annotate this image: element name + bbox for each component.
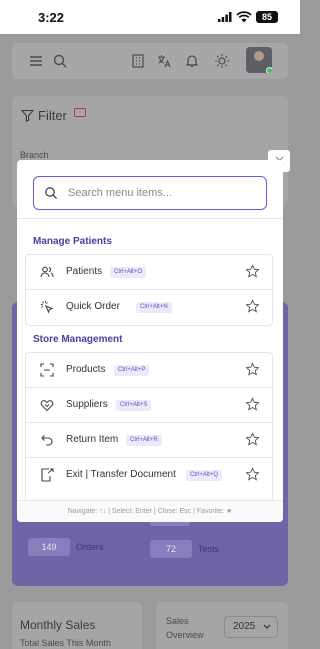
section-title-manage-patients: Manage Patients — [33, 236, 112, 247]
section-title-store-management: Store Management — [33, 334, 123, 345]
search-box[interactable] — [33, 176, 267, 210]
star-icon[interactable] — [245, 362, 260, 377]
shortcut-badge: Ctrl+Alt+Q — [186, 470, 223, 481]
filter-title: Filter — [38, 108, 67, 123]
video-tutorial-icon[interactable] — [74, 108, 86, 117]
search-input[interactable] — [68, 184, 258, 202]
menu-item-label: Exit | Transfer Document — [66, 469, 176, 480]
avatar[interactable] — [246, 47, 272, 73]
menu-search-modal: Manage Patients Patients Ctrl+Alt+O Quic… — [17, 160, 283, 522]
year-select-value: 2025 — [233, 621, 256, 632]
menu-item-patients[interactable]: Patients Ctrl+Alt+O — [26, 255, 272, 290]
search-icon — [45, 187, 58, 200]
document-export-icon — [41, 468, 54, 482]
menu-item-products[interactable]: Products Ctrl+Alt+P — [26, 353, 272, 388]
menu-item-quick-order[interactable]: Quick Order Ctrl+Alt+N — [26, 290, 272, 325]
tests-value: 72 — [150, 540, 192, 558]
menu-item-return-item[interactable]: Return Item Ctrl+Alt+R — [26, 423, 272, 458]
sparkle-click-icon — [40, 300, 54, 314]
menu-item-label: Quick Order — [66, 301, 120, 312]
monthly-sales-card: Monthly Sales Total Sales This Month — [12, 602, 142, 649]
menu-item-label: Return Item — [66, 434, 119, 445]
clock: 3:22 — [38, 10, 65, 25]
wifi-icon — [236, 11, 252, 23]
menu-icon[interactable] — [28, 53, 44, 69]
filter-icon — [21, 109, 34, 122]
battery-indicator: 85 — [256, 11, 278, 23]
tests-label: Tests — [198, 544, 220, 554]
shortcut-badge: Ctrl+Alt+P — [114, 365, 150, 376]
scan-icon — [40, 363, 54, 377]
monthly-sales-subtitle: Total Sales This Month — [20, 638, 111, 648]
menu-item-exit-transfer-document[interactable]: Exit | Transfer Document Ctrl+Alt+Q — [26, 458, 272, 493]
translate-icon[interactable] — [156, 53, 172, 69]
monthly-sales-title: Monthly Sales — [20, 618, 96, 632]
star-icon[interactable] — [245, 467, 260, 482]
shortcut-badge: Ctrl+Alt+R — [126, 435, 162, 446]
users-icon — [40, 266, 54, 278]
shortcut-badge: Ctrl+Alt+O — [110, 267, 147, 278]
building-icon[interactable] — [130, 53, 146, 69]
status-bar: 3:22 85 — [0, 0, 300, 34]
shortcut-badge: Ctrl+Alt+S — [116, 400, 152, 411]
bell-icon[interactable] — [184, 53, 200, 69]
menu-list[interactable]: Manage Patients Patients Ctrl+Alt+O Quic… — [17, 220, 283, 500]
menu-item-label: Products — [66, 364, 106, 375]
search-icon[interactable] — [52, 53, 68, 69]
year-select[interactable]: 2025 — [224, 616, 278, 638]
menu-item-suppliers[interactable]: Suppliers Ctrl+Alt+S — [26, 388, 272, 423]
sales-overview-card: Sales Overview 2025 — [156, 602, 288, 649]
sun-icon[interactable] — [214, 53, 230, 69]
divider — [17, 218, 283, 219]
handshake-icon — [40, 400, 54, 412]
menu-item-label: Patients — [66, 266, 103, 277]
star-icon[interactable] — [245, 264, 260, 279]
branch-label: Branch — [20, 150, 49, 160]
keyboard-hint-footer: Navigate: ↑↓ | Select: Enter | Close: Es… — [17, 500, 283, 522]
shortcut-badge: Ctrl+Alt+N — [136, 302, 172, 313]
star-icon[interactable] — [245, 299, 260, 314]
sales-overview-title: Sales Overview — [166, 616, 204, 640]
star-icon[interactable] — [245, 432, 260, 447]
section-group-store-management: Products Ctrl+Alt+P Suppliers Ctrl+Alt+S… — [25, 352, 273, 500]
star-icon[interactable] — [245, 397, 260, 412]
chevron-down-icon — [263, 624, 271, 629]
return-arrow-icon — [41, 435, 53, 446]
online-status-dot — [266, 67, 272, 73]
section-group-manage-patients: Patients Ctrl+Alt+O Quick Order Ctrl+Alt… — [25, 254, 273, 326]
cellular-signal-icon — [218, 12, 232, 22]
orders-value: 149 — [28, 538, 70, 556]
orders-label: Orders — [76, 542, 104, 552]
menu-item-label: Suppliers — [66, 399, 108, 410]
